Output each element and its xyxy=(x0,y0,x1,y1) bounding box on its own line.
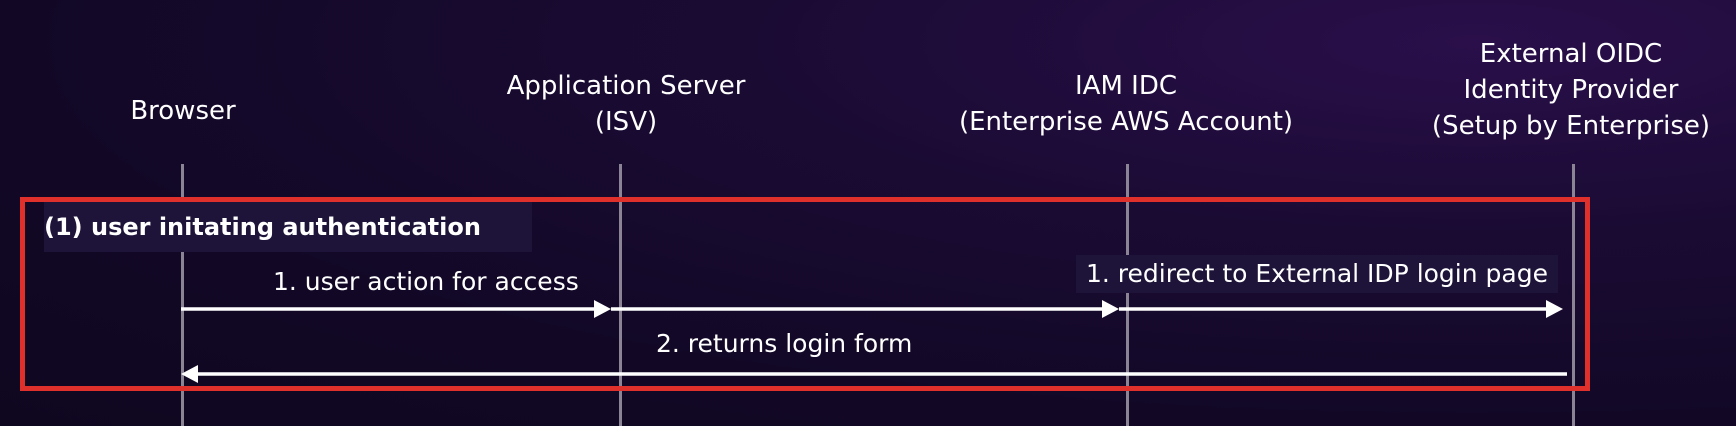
message-label-3: 2. returns login form xyxy=(656,329,913,358)
message-label-1: 1. user action for access xyxy=(273,267,579,296)
message-arrows xyxy=(181,300,1567,383)
message-label-2: 1. redirect to External IDP login page xyxy=(1076,255,1558,293)
arrow-browser-to-app xyxy=(181,300,611,318)
arrow-external-idp-to-browser xyxy=(181,365,1567,383)
arrow-app-to-iam xyxy=(611,300,1119,318)
arrow-iam-to-external-idp xyxy=(1119,300,1563,318)
